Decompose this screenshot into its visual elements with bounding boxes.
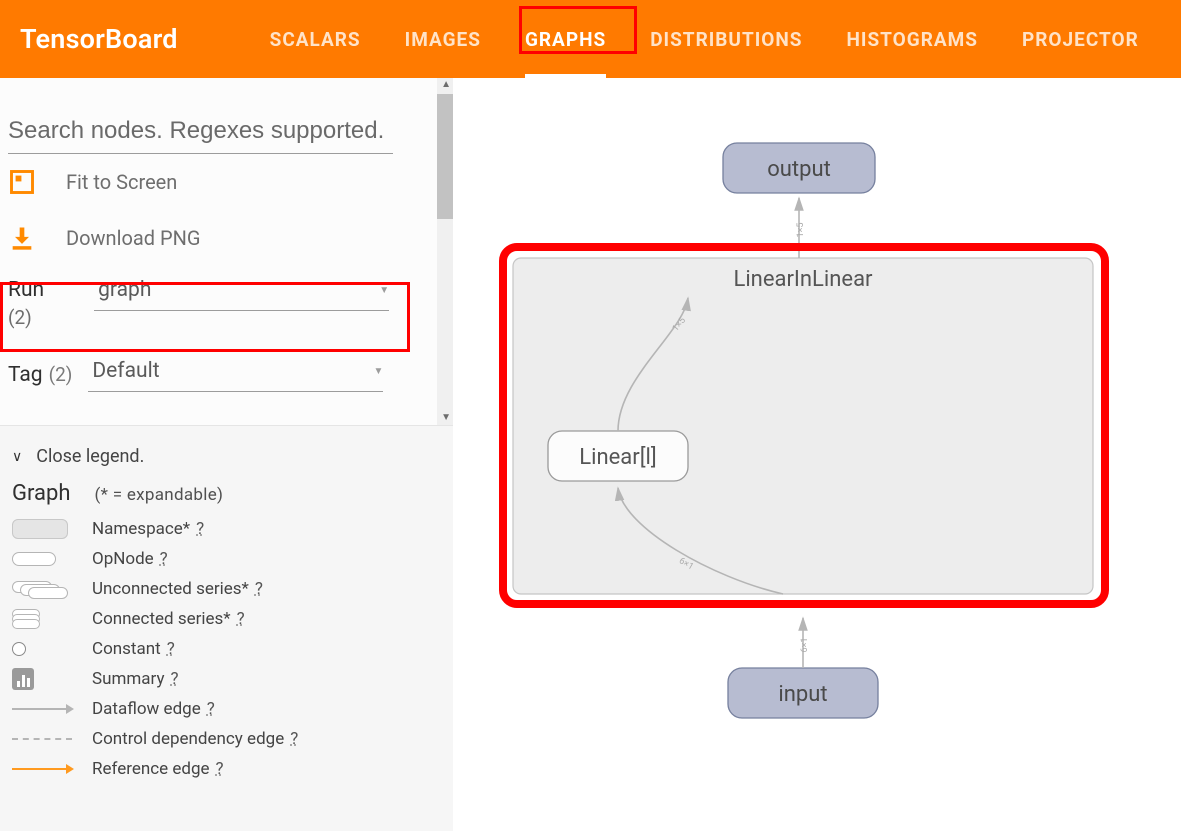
unconnected-glyph-icon [12,581,92,597]
tab-images[interactable]: IMAGES [383,0,503,78]
dataflow-glyph-icon [12,708,92,710]
legend-subtitle: (* = expandable) [94,485,223,505]
sidebar-scrollbar-track[interactable]: ▲ ▼ [437,78,453,425]
run-count: (2) [8,306,44,329]
legend-toggle[interactable]: ∨ Close legend. [12,446,445,467]
tab-scalars[interactable]: SCALARS [248,0,383,78]
help-icon[interactable]: ? [255,579,263,599]
legend-item-connected: Connected series* ? [12,604,445,634]
legend-toggle-label: Close legend. [36,446,144,467]
chevron-down-icon: ▼ [379,285,389,296]
legend-item-dataflow: Dataflow edge ? [12,694,445,724]
help-icon[interactable]: ? [216,759,224,779]
constant-glyph-icon [12,642,92,656]
tab-projector[interactable]: PROJECTOR [1000,0,1161,78]
scroll-down-icon[interactable]: ▼ [441,413,451,423]
legend-item-opnode: OpNode ? [12,544,445,574]
legend-title: Graph [12,481,70,506]
legend-label: Connected series* [92,609,231,629]
summary-glyph-icon [12,668,92,690]
app-logo: TensorBoard [20,23,178,55]
legend-panel: ∨ Close legend. Graph (* = expandable) N… [0,426,453,792]
download-png-label: Download PNG [66,226,201,250]
run-select-value: graph [98,278,151,302]
graph-canvas[interactable]: LinearInLinear Linear[l] output input 1×… [453,78,1181,831]
graph-svg: LinearInLinear Linear[l] output input 1×… [453,78,1181,831]
op-label: Linear[l] [579,445,656,470]
tag-label: Tag [8,363,43,387]
content: ▲ ▼ Fit to Screen [0,78,1181,831]
tab-histograms[interactable]: HISTOGRAMS [824,0,1000,78]
run-select[interactable]: graph ▼ [94,276,389,311]
legend-label: Namespace* [92,519,190,539]
control-glyph-icon [12,738,92,740]
help-icon[interactable]: ? [207,699,215,719]
tag-count: (2) [49,363,73,386]
output-node[interactable]: output [723,143,875,193]
legend-label: Constant [92,639,161,659]
legend-item-summary: Summary ? [12,664,445,694]
tag-select-value: Default [92,359,159,383]
tag-select[interactable]: Default ▼ [88,357,383,392]
fit-to-screen-label: Fit to Screen [66,170,177,194]
module-rect[interactable] [513,258,1093,594]
reference-glyph-icon [12,768,92,770]
help-icon[interactable]: ? [237,609,245,629]
legend-label: Unconnected series* [92,579,249,599]
help-icon[interactable]: ? [160,549,168,569]
tab-graphs[interactable]: GRAPHS [503,0,628,78]
legend-label: OpNode [92,549,154,569]
chevron-down-icon: ▼ [373,366,383,377]
legend-label: Dataflow edge [92,699,201,719]
opnode-glyph-icon [12,552,92,566]
sidebar: ▲ ▼ Fit to Screen [0,78,453,831]
legend-item-unconnected: Unconnected series* ? [12,574,445,604]
run-selector-row: Run (2) graph ▼ [0,266,453,339]
header-tabs: SCALARS IMAGES GRAPHS DISTRIBUTIONS HIST… [248,0,1161,78]
download-icon [8,224,66,252]
legend-label: Reference edge [92,759,210,779]
help-icon[interactable]: ? [196,519,204,539]
help-icon[interactable]: ? [170,669,178,689]
sidebar-controls-panel: ▲ ▼ Fit to Screen [0,78,453,426]
legend-item-constant: Constant ? [12,634,445,664]
legend-title-row: Graph (* = expandable) [12,481,445,506]
chevron-down-icon: ∨ [12,449,22,465]
search-wrap [0,78,453,154]
help-icon[interactable]: ? [290,729,298,749]
tag-selector-row: Tag (2) Default ▼ [0,339,453,392]
namespace-glyph-icon [12,519,92,539]
input-label: input [778,682,827,707]
scroll-up-icon[interactable]: ▲ [441,80,451,90]
legend-label: Summary [92,669,164,689]
fit-to-screen-icon [8,168,66,196]
linear-op-node[interactable]: Linear[l] [548,431,688,481]
run-label: Run [8,278,44,302]
edge-in-label: 6×1 [800,638,810,653]
input-node[interactable]: input [728,668,878,718]
sidebar-scrollbar-thumb[interactable] [437,94,453,219]
top-header: TensorBoard SCALARS IMAGES GRAPHS DISTRI… [0,0,1181,78]
module-title: LinearInLinear [733,267,873,292]
run-label-col: Run (2) [8,276,44,329]
help-icon[interactable]: ? [167,639,175,659]
edge-out-label: 1×5 [796,223,806,238]
download-png-button[interactable]: Download PNG [0,210,453,266]
output-label: output [767,157,831,182]
fit-to-screen-button[interactable]: Fit to Screen [0,154,453,210]
legend-label: Control dependency edge [92,729,284,749]
node-search-input[interactable] [8,113,393,154]
tab-distributions[interactable]: DISTRIBUTIONS [628,0,824,78]
legend-item-control: Control dependency edge ? [12,724,445,754]
legend-item-namespace: Namespace* ? [12,514,445,544]
legend-item-reference: Reference edge ? [12,754,445,784]
connected-glyph-icon [12,609,92,629]
